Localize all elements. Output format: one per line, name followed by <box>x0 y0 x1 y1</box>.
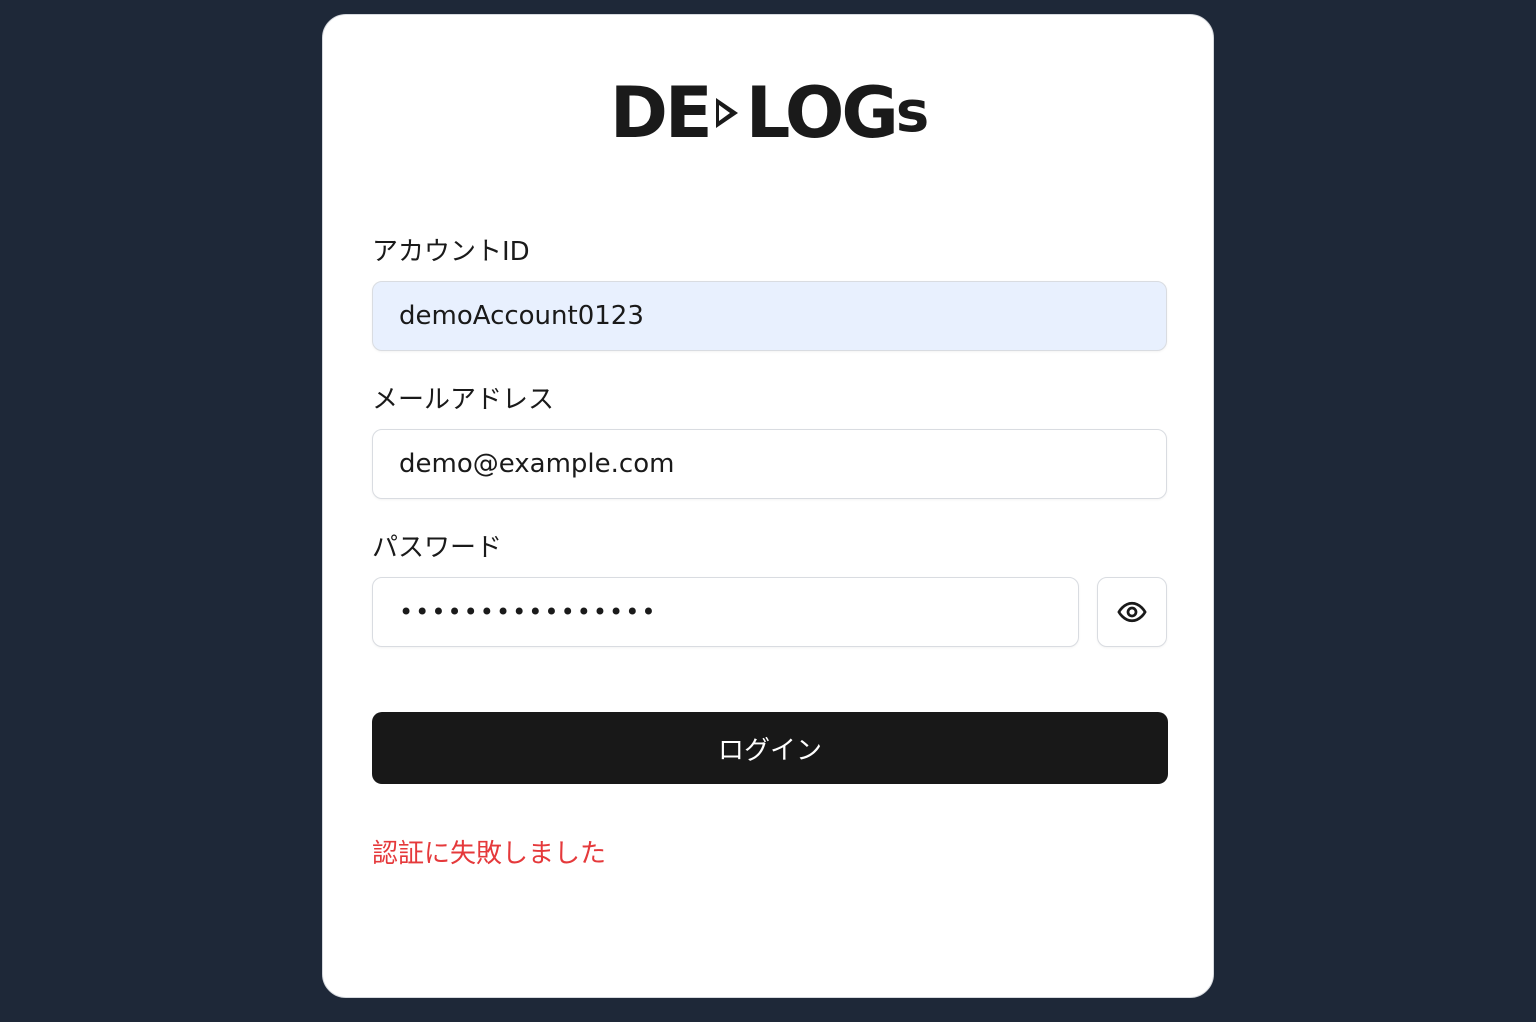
logo-text-part1: DE <box>609 72 713 154</box>
email-label: メールアドレス <box>372 385 555 415</box>
login-button[interactable]: ログイン <box>372 712 1168 784</box>
brand-logo: DE LOG s <box>323 73 1213 153</box>
eye-icon <box>1117 601 1147 623</box>
login-card: DE LOG s アカウントID メールアドレス パスワード ログイン 認証に失… <box>322 14 1214 998</box>
error-message: 認証に失敗しました <box>372 839 607 869</box>
play-icon <box>715 98 738 128</box>
account-id-label: アカウントID <box>372 237 530 267</box>
password-input[interactable] <box>372 577 1079 647</box>
logo-text-part3: s <box>895 80 929 145</box>
toggle-password-visibility-button[interactable] <box>1097 577 1167 647</box>
password-label: パスワード <box>372 533 503 563</box>
account-id-input[interactable] <box>372 281 1167 351</box>
logo-text-part2: LOG <box>745 72 899 154</box>
email-input[interactable] <box>372 429 1167 499</box>
